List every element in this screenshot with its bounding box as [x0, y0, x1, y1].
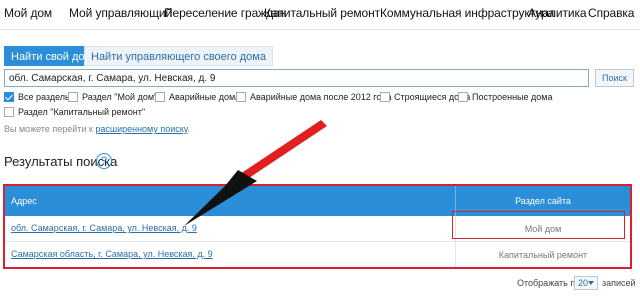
help-icon[interactable]: ?	[96, 153, 112, 169]
search-button[interactable]: Поиск	[595, 69, 634, 87]
tab-find-manager[interactable]: Найти управляющего своего дома	[84, 46, 273, 66]
nav-item-capital-repair[interactable]: Капитальный ремонт	[264, 6, 380, 20]
section-cell: Капитальный ремонт	[455, 242, 630, 267]
checkbox-icon[interactable]	[68, 92, 78, 102]
address-link[interactable]: обл. Самарская, г. Самара, ул. Невская, …	[11, 223, 197, 233]
nav-item-help[interactable]: Справка	[588, 6, 634, 20]
nav-item-my-manager[interactable]: Мой управляющий	[69, 6, 172, 20]
section-cell: Мой дом	[455, 216, 630, 242]
nav-item-my-house[interactable]: Мой дом	[4, 6, 52, 20]
checkbox-icon[interactable]	[380, 92, 390, 102]
filter-label: Все разделы	[18, 92, 72, 102]
page-size-label: Отображать по	[517, 278, 581, 288]
page-size-select[interactable]: 20	[574, 276, 598, 290]
nav-item-analytics[interactable]: Аналитика	[528, 6, 587, 20]
page-size-suffix: записей	[602, 278, 636, 288]
column-header-address: Адрес	[11, 196, 37, 206]
advanced-search-hint: Вы можете перейти к расширенному поиску.	[4, 124, 190, 134]
column-header-section: Раздел сайта	[455, 186, 630, 216]
arrow-shaft	[237, 120, 327, 182]
filter-label: Аварийные дома	[169, 92, 241, 102]
checkbox-checked-icon[interactable]	[4, 92, 14, 102]
checkbox-icon[interactable]	[458, 92, 468, 102]
results-table: Адрес Раздел сайта обл. Самарская, г. Са…	[3, 184, 632, 269]
filter-label: Построенные дома	[472, 92, 553, 102]
address-link[interactable]: Самарская область, г. Самара, ул. Невска…	[11, 249, 213, 259]
filter-label: Раздел "Мой дом"	[82, 92, 158, 102]
checkbox-icon[interactable]	[4, 107, 14, 117]
page-size-value: 20	[578, 278, 589, 288]
table-row: обл. Самарская, г. Самара, ул. Невская, …	[5, 216, 630, 242]
checkbox-icon[interactable]	[155, 92, 165, 102]
top-navigation: Мой дом Мой управляющий Переселение граж…	[0, 0, 640, 30]
hint-suffix: .	[187, 124, 190, 134]
advanced-search-link[interactable]: расширенному поиску	[95, 124, 187, 134]
table-header: Адрес Раздел сайта	[5, 186, 630, 216]
search-input[interactable]	[4, 69, 589, 87]
filter-label: Раздел "Капитальный ремонт"	[18, 107, 146, 117]
checkbox-icon[interactable]	[236, 92, 246, 102]
filter-label: Аварийные дома после 2012 года	[250, 92, 392, 102]
table-row: Самарская область, г. Самара, ул. Невска…	[5, 242, 630, 267]
hint-prefix: Вы можете перейти к	[4, 124, 93, 134]
